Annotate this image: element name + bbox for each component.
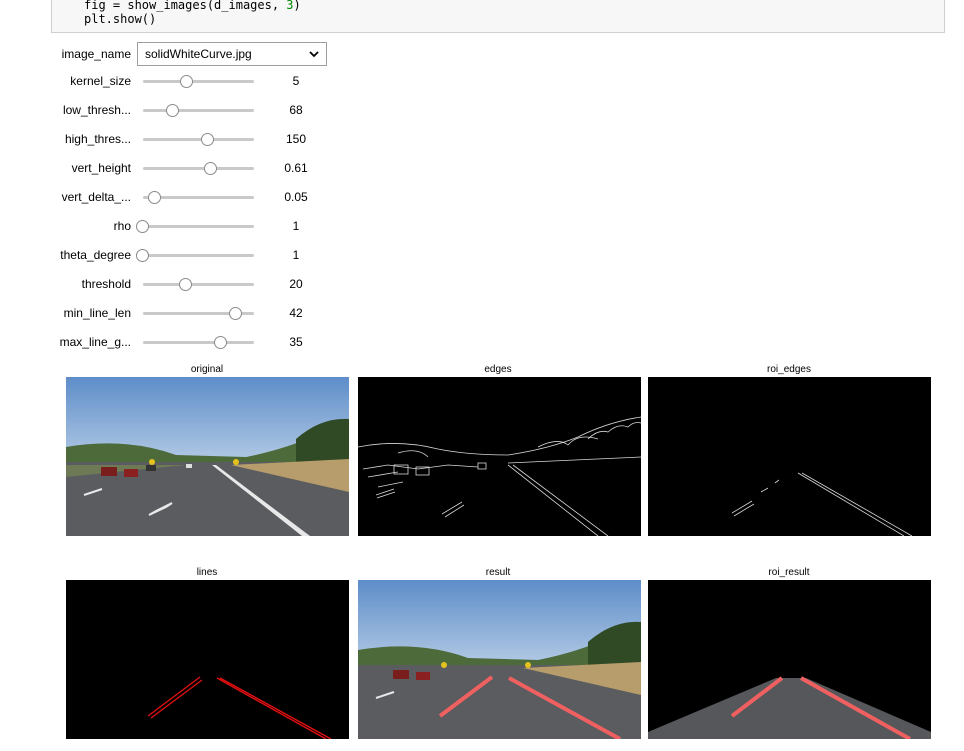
image-name-label: image_name [61, 47, 131, 61]
slider-label: low_thresh... [62, 103, 131, 117]
slider-track[interactable] [143, 336, 254, 349]
title-original: original [190, 364, 224, 375]
image-result [358, 580, 641, 739]
slider-handle[interactable] [148, 191, 162, 204]
title-roi-result: roi_result [768, 567, 810, 578]
slider-value: 35 [289, 335, 303, 349]
slider-value: 1 [292, 248, 300, 262]
image-name-value: solidWhiteCurve.jpg [145, 47, 252, 61]
slider-handle[interactable] [179, 278, 193, 291]
slider-label: min_line_len [63, 306, 131, 320]
slider-label: vert_delta_... [61, 190, 131, 204]
slider-label: theta_degree [60, 248, 131, 262]
code-line-1: fig = show_images(d_images, 3) [84, 0, 301, 12]
slider-label: kernel_size [70, 74, 131, 88]
title-lines: lines [196, 567, 218, 578]
slider-handle[interactable] [203, 162, 217, 175]
slider-track[interactable] [143, 75, 254, 88]
image-name-dropdown[interactable]: solidWhiteCurve.jpg [137, 42, 327, 66]
slider-label: max_line_g... [59, 335, 131, 349]
slider-row: high_thres... 150 [51, 128, 351, 150]
slider-row: low_thresh... 68 [51, 99, 351, 121]
title-result: result [485, 567, 511, 578]
slider-track[interactable] [143, 104, 254, 117]
code-cell[interactable]: fig = show_images(d_images, 3) plt.show(… [51, 0, 945, 33]
slider-row: vert_delta_... 0.05 [51, 186, 351, 208]
slider-value: 0.05 [284, 190, 308, 204]
code-line-2: plt.show() [84, 12, 157, 26]
slider-row: rho 1 [51, 215, 351, 237]
image-lines [66, 580, 349, 739]
slider-value: 68 [289, 103, 303, 117]
slider-handle[interactable] [180, 75, 194, 88]
slider-value: 42 [289, 306, 303, 320]
slider-track[interactable] [136, 249, 254, 262]
slider-row: min_line_len 42 [51, 302, 351, 324]
title-edges: edges [484, 364, 512, 375]
slider-label: vert_height [71, 161, 131, 175]
slider-value: 150 [285, 132, 307, 146]
slider-row: theta_degree 1 [51, 244, 351, 266]
slider-value: 1 [292, 219, 300, 233]
slider-track[interactable] [143, 133, 254, 146]
image-roi-edges [648, 377, 931, 536]
slider-value: 5 [292, 74, 300, 88]
slider-row: max_line_g... 35 [51, 331, 351, 353]
slider-row: threshold 20 [51, 273, 351, 295]
slider-value: 0.61 [284, 161, 308, 175]
slider-track[interactable] [143, 162, 254, 175]
slider-value: 20 [289, 277, 303, 291]
title-roi-edges: roi_edges [767, 364, 811, 375]
slider-handle[interactable] [165, 104, 179, 117]
slider-handle[interactable] [136, 220, 149, 233]
slider-label: threshold [81, 277, 131, 291]
code-text: ) [293, 0, 301, 12]
slider-track[interactable] [143, 278, 254, 291]
slider-track[interactable] [143, 307, 254, 320]
code-text: fig = show_images(d_images, [84, 0, 287, 12]
slider-track[interactable] [143, 191, 254, 204]
image-name-row: image_name solidWhiteCurve.jpg [51, 42, 351, 66]
slider-handle[interactable] [213, 336, 227, 349]
image-edges [358, 377, 641, 536]
slider-handle[interactable] [229, 307, 243, 320]
slider-track[interactable] [136, 220, 254, 233]
slider-row: kernel_size 5 [51, 70, 351, 92]
code-number: 3 [286, 0, 294, 12]
chevron-down-icon [308, 43, 320, 72]
slider-label: rho [113, 219, 131, 233]
image-roi-result [648, 580, 931, 739]
slider-label: high_thres... [64, 132, 131, 146]
image-original [66, 377, 349, 536]
slider-row: vert_height 0.61 [51, 157, 351, 179]
slider-handle[interactable] [201, 133, 215, 146]
slider-handle[interactable] [136, 249, 149, 262]
